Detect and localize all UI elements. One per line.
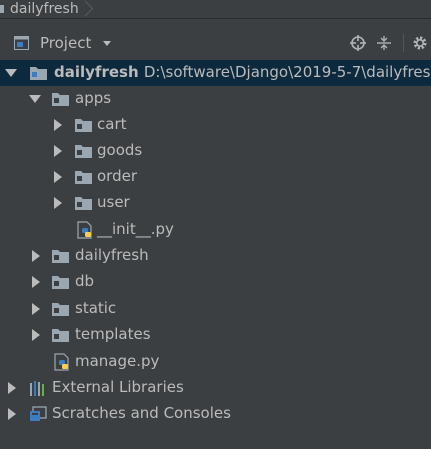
breadcrumb-root[interactable]: dailyfresh [10, 1, 79, 17]
tree-item-manage-py[interactable]: manage.py [0, 349, 431, 375]
collapse-arrow-icon[interactable] [8, 408, 16, 420]
collapse-arrow-icon[interactable] [54, 197, 62, 209]
collapse-all-icon[interactable] [376, 35, 392, 51]
project-view-selector[interactable]: Project [40, 34, 91, 52]
tree-label: order [97, 167, 137, 185]
project-view-icon [14, 36, 29, 50]
python-file-icon [54, 353, 69, 371]
collapse-arrow-icon[interactable] [54, 171, 62, 183]
expand-arrow-icon[interactable] [29, 95, 41, 103]
tree-item-templates[interactable]: templates [0, 322, 431, 348]
tree-label: apps [75, 89, 112, 107]
collapse-arrow-icon[interactable] [54, 145, 62, 157]
tree-item-dailyfresh[interactable]: dailyfresh [0, 243, 431, 269]
scratches-icon [30, 406, 47, 421]
toolbar-divider [403, 34, 404, 52]
tree-root-label: dailyfresh D:\software\Django\2019-5-7\d… [54, 63, 431, 81]
folder-icon [75, 145, 92, 158]
tree-item-goods[interactable]: goods [0, 138, 431, 164]
tree-item-apps[interactable]: apps [0, 86, 431, 112]
tree-item-scratches[interactable]: Scratches and Consoles [0, 401, 431, 427]
folder-icon [52, 250, 69, 263]
chevron-down-icon[interactable] [103, 41, 111, 46]
folder-icon [75, 171, 92, 184]
tree-root-row[interactable]: dailyfresh D:\software\Django\2019-5-7\d… [0, 60, 431, 86]
folder-icon [52, 303, 69, 316]
folder-icon [30, 67, 47, 80]
collapse-arrow-icon[interactable] [32, 329, 40, 341]
tree-item-cart[interactable]: cart [0, 112, 431, 138]
folder-icon [52, 93, 69, 106]
tree-label: __init__.py [97, 220, 174, 238]
tree-label: user [97, 193, 130, 211]
tree-label: db [75, 272, 95, 290]
collapse-arrow-icon[interactable] [8, 382, 16, 394]
folder-icon [75, 119, 92, 132]
breadcrumb-separator [83, 0, 90, 19]
navigation-bar: dailyfresh [0, 0, 431, 19]
tree-label: External Libraries [52, 378, 184, 396]
tree-label: dailyfresh [75, 246, 149, 264]
libraries-icon [30, 381, 44, 396]
tree-label: static [75, 299, 117, 317]
collapse-arrow-icon[interactable] [54, 119, 62, 131]
tree-label: templates [75, 325, 151, 343]
collapse-arrow-icon[interactable] [32, 303, 40, 315]
tree-label: cart [97, 115, 127, 133]
tree-label: Scratches and Consoles [52, 404, 231, 422]
tree-item-static[interactable]: static [0, 296, 431, 322]
project-panel-header: Project [0, 28, 431, 58]
tree-item-external-libraries[interactable]: External Libraries [0, 375, 431, 401]
expand-arrow-icon[interactable] [5, 69, 17, 77]
folder-icon [0, 5, 4, 13]
folder-icon [52, 276, 69, 289]
tree-item-user[interactable]: user [0, 190, 431, 216]
tree-item-order[interactable]: order [0, 164, 431, 190]
gear-icon[interactable] [412, 35, 428, 51]
folder-icon [75, 197, 92, 210]
tree-label: manage.py [75, 352, 160, 370]
tree-item-db[interactable]: db [0, 269, 431, 295]
python-file-icon [77, 221, 92, 239]
tree-item-init-py[interactable]: __init__.py [0, 217, 431, 243]
collapse-arrow-icon[interactable] [32, 250, 40, 262]
locate-icon[interactable] [350, 35, 366, 51]
tree-label: goods [97, 141, 143, 159]
folder-icon [52, 329, 69, 342]
collapse-arrow-icon[interactable] [32, 276, 40, 288]
tree-root-path: D:\software\Django\2019-5-7\dailyfresh [143, 63, 431, 81]
